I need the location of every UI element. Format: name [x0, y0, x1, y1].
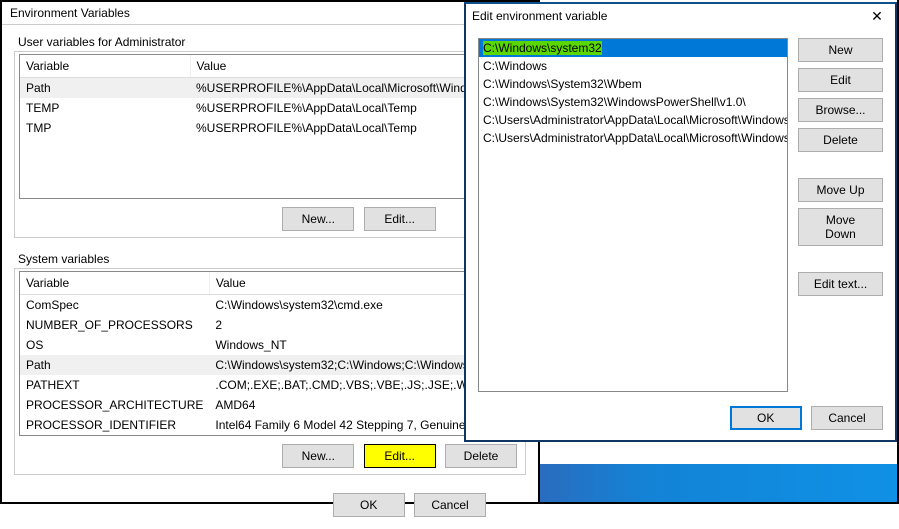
- var-cell: Path: [20, 355, 209, 375]
- dialog-title: Edit environment variable: [472, 9, 865, 23]
- path-item[interactable]: C:\Users\Administrator\AppData\Local\Mic…: [479, 111, 787, 129]
- path-item[interactable]: C:\Windows: [479, 57, 787, 75]
- env-cancel-button[interactable]: Cancel: [414, 493, 486, 517]
- system-delete-button[interactable]: Delete: [445, 444, 517, 468]
- side-buttons: New Edit Browse... Delete Move Up Move D…: [798, 38, 883, 392]
- table-row[interactable]: TEMP%USERPROFILE%\AppData\Local\Temp: [20, 98, 520, 118]
- table-row[interactable]: Path%USERPROFILE%\AppData\Local\Microsof…: [20, 78, 520, 99]
- edit-text-button[interactable]: Edit text...: [798, 272, 883, 296]
- user-vars-group: Variable Value Path%USERPROFILE%\AppData…: [14, 51, 526, 238]
- path-list[interactable]: C:\Windows\system32C:\WindowsC:\Windows\…: [478, 38, 788, 392]
- col-variable[interactable]: Variable: [20, 272, 209, 295]
- system-vars-table[interactable]: Variable Value ComSpecC:\Windows\system3…: [19, 271, 521, 436]
- move-down-button[interactable]: Move Down: [798, 208, 883, 246]
- system-vars-label: System variables: [14, 248, 526, 268]
- dialog-title: Environment Variables: [2, 2, 538, 25]
- path-item[interactable]: C:\Windows\System32\Wbem: [479, 75, 787, 93]
- path-item[interactable]: C:\Windows\system32: [479, 39, 787, 57]
- var-cell: Path: [20, 78, 190, 99]
- var-cell: TMP: [20, 118, 190, 138]
- var-cell: PATHEXT: [20, 375, 209, 395]
- edit-env-var-dialog: Edit environment variable ✕ C:\Windows\s…: [464, 2, 897, 442]
- user-edit-button[interactable]: Edit...: [364, 207, 436, 231]
- var-cell: PROCESSOR_ARCHITECTURE: [20, 395, 209, 415]
- delete-button[interactable]: Delete: [798, 128, 883, 152]
- ok-button[interactable]: OK: [730, 406, 802, 430]
- col-variable[interactable]: Variable: [20, 55, 190, 78]
- system-new-button[interactable]: New...: [282, 444, 354, 468]
- var-cell: ComSpec: [20, 295, 209, 316]
- env-ok-button[interactable]: OK: [333, 493, 405, 517]
- edit-button[interactable]: Edit: [798, 68, 883, 92]
- move-up-button[interactable]: Move Up: [798, 178, 883, 202]
- close-icon[interactable]: ✕: [865, 8, 889, 25]
- cancel-button[interactable]: Cancel: [811, 406, 883, 430]
- user-vars-label: User variables for Administrator: [14, 31, 526, 51]
- var-cell: NUMBER_OF_PROCESSORS: [20, 315, 209, 335]
- browse-button[interactable]: Browse...: [798, 98, 883, 122]
- taskbar: [540, 464, 899, 504]
- path-item[interactable]: C:\Windows\System32\WindowsPowerShell\v1…: [479, 93, 787, 111]
- var-cell: TEMP: [20, 98, 190, 118]
- system-edit-button[interactable]: Edit...: [364, 444, 436, 468]
- var-cell: OS: [20, 335, 209, 355]
- table-row[interactable]: TMP%USERPROFILE%\AppData\Local\Temp: [20, 118, 520, 138]
- new-button[interactable]: New: [798, 38, 883, 62]
- titlebar[interactable]: Edit environment variable ✕: [466, 4, 895, 28]
- var-cell: PROCESSOR_IDENTIFIER: [20, 415, 209, 435]
- user-new-button[interactable]: New...: [282, 207, 354, 231]
- system-vars-group: Variable Value ComSpecC:\Windows\system3…: [14, 268, 526, 475]
- environment-variables-dialog: Environment Variables User variables for…: [0, 0, 540, 504]
- user-vars-table[interactable]: Variable Value Path%USERPROFILE%\AppData…: [19, 54, 521, 199]
- path-item[interactable]: C:\Users\Administrator\AppData\Local\Mic…: [479, 129, 787, 147]
